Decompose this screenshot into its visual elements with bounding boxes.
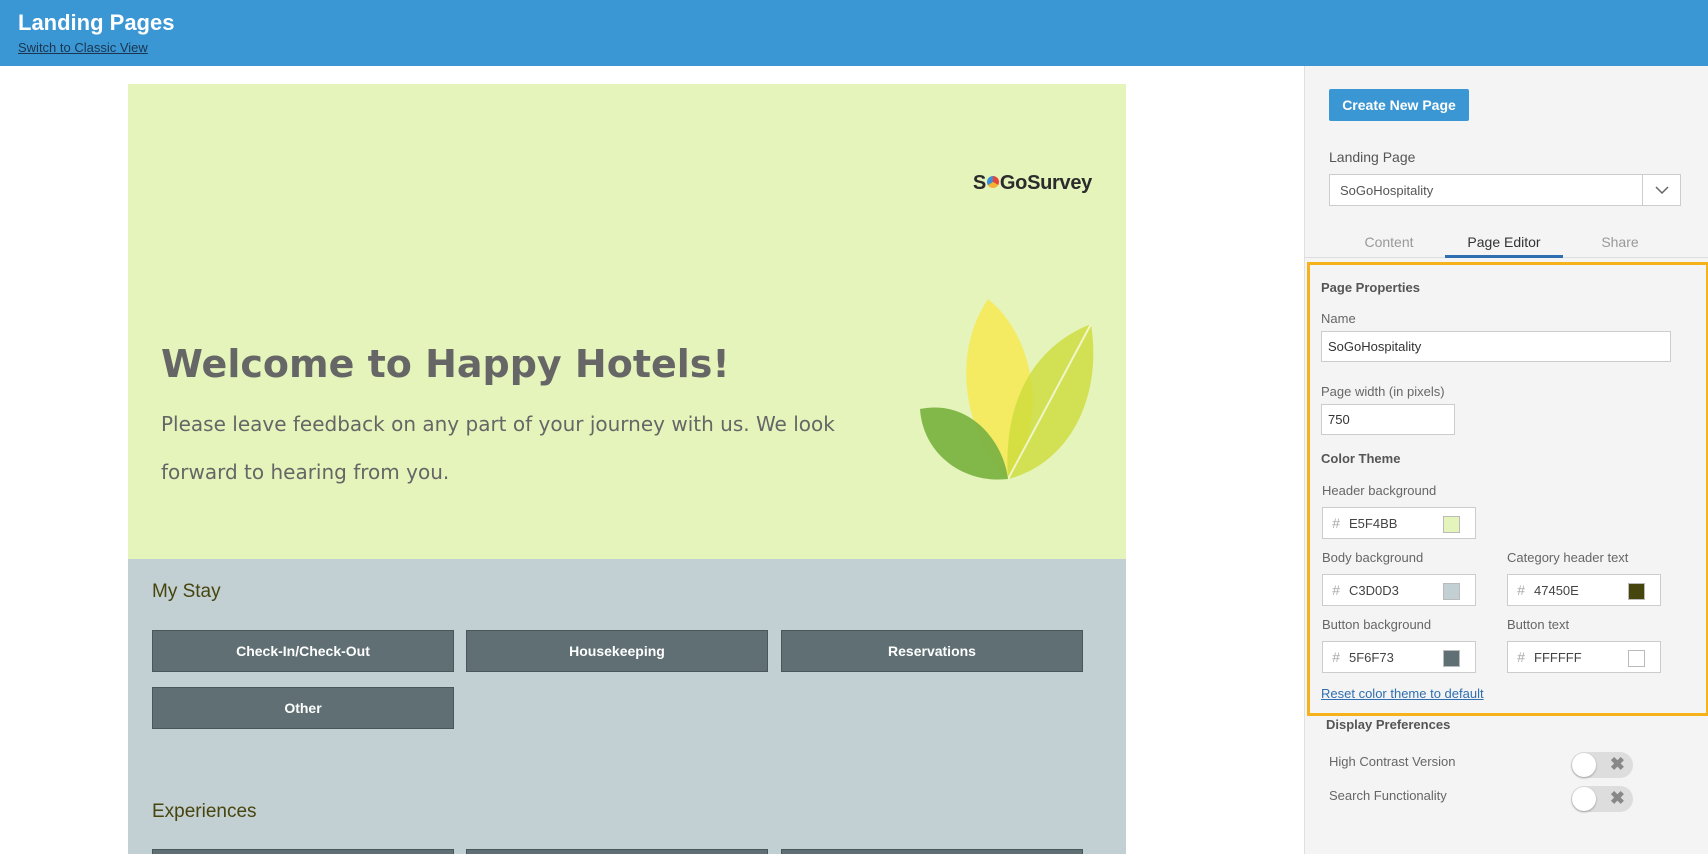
header-background-color-input[interactable]: # E5F4BB xyxy=(1322,507,1476,539)
welcome-subtitle: Please leave feedback on any part of you… xyxy=(161,412,835,484)
category-header-text-label: Category header text xyxy=(1507,550,1629,565)
close-icon: ✖ xyxy=(1609,788,1625,808)
hash-label: # xyxy=(1517,649,1525,665)
page-width-input[interactable] xyxy=(1321,404,1455,435)
landing-page-label: Landing Page xyxy=(1329,149,1416,165)
experiences-button-3[interactable] xyxy=(781,849,1083,854)
top-header-bar: Landing Pages Switch to Classic View xyxy=(0,0,1708,66)
high-contrast-toggle[interactable]: ✖ xyxy=(1571,752,1633,778)
tab-content[interactable]: Content xyxy=(1330,234,1448,250)
preview-header-section: S GoSurvey Welcome to Happy Hotels! Pleas… xyxy=(128,84,1126,559)
search-functionality-toggle[interactable]: ✖ xyxy=(1571,786,1633,812)
button-text-color-input[interactable]: # FFFFFF xyxy=(1507,641,1661,673)
tab-share[interactable]: Share xyxy=(1561,234,1679,250)
category-header-text-hex: 47450E xyxy=(1534,583,1579,598)
leaves-icon xyxy=(920,299,1094,480)
body-background-swatch[interactable] xyxy=(1443,583,1460,600)
category-header-experiences: Experiences xyxy=(152,801,257,822)
experiences-button-1[interactable] xyxy=(152,849,454,854)
switch-to-classic-view-link[interactable]: Switch to Classic View xyxy=(18,40,148,55)
welcome-heading: Welcome to Happy Hotels! xyxy=(161,342,730,386)
header-background-hex: E5F4BB xyxy=(1349,516,1398,531)
display-preferences-title: Display Preferences xyxy=(1326,717,1451,732)
page-title: Landing Pages xyxy=(18,10,175,35)
toggle-knob xyxy=(1572,753,1596,777)
button-text-swatch[interactable] xyxy=(1628,650,1645,667)
sogosurvey-logo: S GoSurvey xyxy=(972,172,1092,194)
name-label: Name xyxy=(1321,311,1356,326)
preview-body-section: My Stay Check-In/Check-Out Housekeeping … xyxy=(128,559,1126,854)
chevron-down-icon[interactable] xyxy=(1642,175,1680,205)
close-icon: ✖ xyxy=(1609,754,1625,774)
hash-label: # xyxy=(1332,515,1340,531)
landing-page-select[interactable]: SoGoHospitality xyxy=(1329,174,1681,206)
header-background-swatch[interactable] xyxy=(1443,516,1460,533)
category-header-text-color-input[interactable]: # 47450E xyxy=(1507,574,1661,606)
button-background-label: Button background xyxy=(1322,617,1432,632)
page-width-label: Page width (in pixels) xyxy=(1321,384,1445,399)
experiences-button-2[interactable] xyxy=(466,849,768,854)
category-header-text-swatch[interactable] xyxy=(1628,583,1645,600)
button-background-color-input[interactable]: # 5F6F73 xyxy=(1322,641,1476,673)
button-text-hex: FFFFFF xyxy=(1534,650,1582,665)
body-background-color-input[interactable]: # C3D0D3 xyxy=(1322,574,1476,606)
hash-label: # xyxy=(1332,582,1340,598)
button-background-swatch[interactable] xyxy=(1443,650,1460,667)
page-properties-section: Page Properties Name Page width (in pixe… xyxy=(1307,262,1708,716)
reset-color-theme-link[interactable]: Reset color theme to default xyxy=(1321,686,1484,701)
category-header-my-stay: My Stay xyxy=(152,581,221,602)
color-theme-title: Color Theme xyxy=(1321,451,1401,466)
body-background-label: Body background xyxy=(1322,550,1424,565)
hash-label: # xyxy=(1517,582,1525,598)
toggle-knob xyxy=(1572,787,1596,811)
landing-page-select-value: SoGoHospitality xyxy=(1340,183,1434,198)
landing-page-preview: S GoSurvey Welcome to Happy Hotels! Pleas… xyxy=(128,84,1126,854)
button-background-hex: 5F6F73 xyxy=(1349,650,1394,665)
settings-panel: Create New Page Landing Page SoGoHospita… xyxy=(1304,66,1708,854)
header-background-label: Header background xyxy=(1322,483,1437,498)
search-functionality-label: Search Functionality xyxy=(1329,788,1447,803)
create-new-page-button[interactable]: Create New Page xyxy=(1329,89,1469,121)
logo-dot-icon xyxy=(986,176,999,188)
editor-tabs: Content Page Editor Share xyxy=(1305,234,1708,258)
body-background-hex: C3D0D3 xyxy=(1349,583,1399,598)
checkin-checkout-button[interactable]: Check-In/Check-Out xyxy=(152,630,454,672)
housekeeping-button[interactable]: Housekeeping xyxy=(466,630,768,672)
name-input[interactable] xyxy=(1321,331,1671,362)
button-text-label: Button text xyxy=(1507,617,1570,632)
high-contrast-label: High Contrast Version xyxy=(1329,754,1456,769)
tab-page-editor[interactable]: Page Editor xyxy=(1445,234,1563,258)
reservations-button[interactable]: Reservations xyxy=(781,630,1083,672)
other-button[interactable]: Other xyxy=(152,687,454,729)
hash-label: # xyxy=(1332,649,1340,665)
page-properties-title: Page Properties xyxy=(1321,280,1420,295)
